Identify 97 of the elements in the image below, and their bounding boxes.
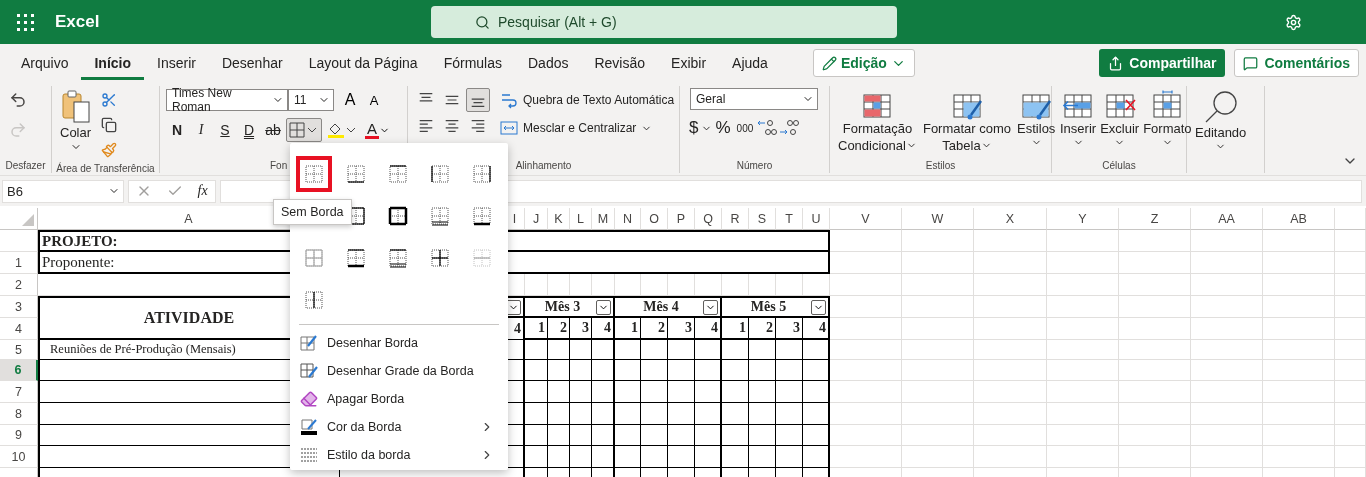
- table-cell: 3: [570, 318, 592, 340]
- font-name-field[interactable]: Times New Roman: [166, 89, 288, 111]
- column-header[interactable]: P: [668, 208, 695, 230]
- month-header-cell: Mês 5: [722, 296, 830, 318]
- table-cell: 2: [548, 318, 570, 340]
- table-cell: 1: [615, 318, 641, 340]
- table-cell: 1: [722, 318, 749, 340]
- styles-gallery-button[interactable]: Estilos: [1015, 88, 1058, 150]
- column-header[interactable]: S: [749, 208, 776, 230]
- group-label: Desfazer: [4, 159, 47, 173]
- column-header[interactable]: N: [615, 208, 641, 230]
- underline-button[interactable]: S: [214, 119, 236, 141]
- row-header[interactable]: 6: [0, 360, 38, 381]
- column-header[interactable]: Q: [695, 208, 722, 230]
- tooltip: Sem Borda: [273, 199, 352, 225]
- ribbon-tab[interactable]: Layout da Página: [295, 46, 431, 80]
- row-header[interactable]: 4: [0, 318, 38, 340]
- column-header[interactable]: Z: [1119, 208, 1191, 230]
- cells-button[interactable]: Excluir: [1098, 88, 1142, 150]
- app-name: Excel: [55, 12, 101, 32]
- group-label: Alinhamento: [514, 159, 573, 173]
- column-header[interactable]: M: [592, 208, 615, 230]
- row-header[interactable]: 9: [0, 425, 38, 446]
- column-header[interactable]: AB: [1263, 208, 1335, 230]
- strike-button[interactable]: ab: [262, 119, 284, 141]
- column-header[interactable]: X: [974, 208, 1047, 230]
- column-header[interactable]: L: [570, 208, 592, 230]
- row-header[interactable]: 10: [0, 446, 38, 468]
- column-header[interactable]: AA: [1191, 208, 1263, 230]
- ribbon-tab[interactable]: Revisão: [581, 46, 659, 80]
- column-header[interactable]: K: [548, 208, 570, 230]
- column-header[interactable]: T: [776, 208, 803, 230]
- row-header[interactable]: 5: [0, 340, 38, 360]
- name-box[interactable]: B6: [2, 179, 124, 203]
- column-header[interactable]: Y: [1047, 208, 1119, 230]
- table-cell: 4: [695, 318, 722, 340]
- group-label: Área de Transferência: [55, 162, 156, 176]
- ribbon-tab[interactable]: Arquivo: [8, 46, 82, 80]
- group-label: Células: [1101, 159, 1137, 173]
- menu-item[interactable]: Cor da Borda: [290, 413, 508, 441]
- share-button[interactable]: Compartilhar: [1099, 49, 1226, 77]
- insert-function-button[interactable]: fx: [197, 183, 208, 199]
- table-cell: 1: [525, 318, 548, 340]
- row-header[interactable]: 2: [0, 274, 38, 296]
- menu-item[interactable]: Desenhar Grade da Borda: [290, 357, 508, 385]
- ribbon-tab[interactable]: Fórmulas: [430, 46, 515, 80]
- ribbon-tab[interactable]: Desenhar: [208, 46, 296, 80]
- grow-font-button[interactable]: A: [338, 88, 362, 112]
- ribbon-tab[interactable]: Início: [81, 46, 145, 80]
- bold-button[interactable]: N: [166, 119, 188, 141]
- table-cell: 3: [776, 318, 803, 340]
- row-header[interactable]: 7: [0, 381, 38, 403]
- ribbon-tab[interactable]: Exibir: [658, 46, 720, 80]
- styles-gallery-button[interactable]: Formatação Condicional: [836, 88, 919, 156]
- paste-button[interactable]: Colar: [58, 88, 94, 155]
- percent-button[interactable]: %: [712, 116, 734, 140]
- column-header[interactable]: U: [803, 208, 830, 230]
- table-cell: 2: [749, 318, 776, 340]
- table-cell: 4: [592, 318, 615, 340]
- column-header[interactable]: R: [722, 208, 749, 230]
- menu-item[interactable]: Apagar Borda: [290, 385, 508, 413]
- font-size-field[interactable]: 11: [288, 89, 334, 111]
- cells-button[interactable]: Formato: [1141, 88, 1194, 150]
- ribbon-tab[interactable]: Inserir: [144, 46, 209, 80]
- month-header-cell: Mês 3: [525, 296, 615, 318]
- styles-gallery-button[interactable]: Formatar como Tabela: [920, 88, 1014, 156]
- row-header[interactable]: 3: [0, 296, 38, 318]
- editing-button[interactable]: Editando: [1193, 88, 1249, 154]
- menu-item[interactable]: Estilo da borda: [290, 441, 508, 469]
- group-label: Fon: [269, 159, 289, 173]
- cells-button[interactable]: Inserir: [1058, 88, 1099, 150]
- column-header[interactable]: V: [830, 208, 902, 230]
- ribbon-tab[interactable]: Dados: [515, 46, 582, 80]
- font-color-button[interactable]: A: [362, 118, 393, 142]
- comments-button[interactable]: Comentários: [1234, 49, 1359, 77]
- column-header[interactable]: J: [525, 208, 548, 230]
- shrink-font-button[interactable]: A: [362, 88, 386, 112]
- editing-mode-button[interactable]: Edição: [812, 49, 915, 77]
- search-field[interactable]: Pesquisar (Alt + G): [431, 6, 897, 38]
- merge-center-button[interactable]: Mesclar e Centralizar: [498, 116, 655, 140]
- table-cell: 4: [803, 318, 830, 340]
- group-label: Estilos: [924, 159, 957, 173]
- double-underline-button[interactable]: D: [238, 119, 260, 141]
- table-cell: 3: [668, 318, 695, 340]
- thousands-separator-button[interactable]: 000: [733, 116, 757, 140]
- column-header[interactable]: O: [641, 208, 668, 230]
- number-format-field[interactable]: Geral: [690, 88, 818, 110]
- ribbon-tab[interactable]: Ajuda: [719, 46, 781, 80]
- group-label: Número: [735, 159, 774, 173]
- italic-button[interactable]: I: [190, 119, 212, 141]
- column-header[interactable]: W: [902, 208, 974, 230]
- month-header-cell: Mês 4: [615, 296, 722, 318]
- wrap-text-button[interactable]: Quebra de Texto Automática: [498, 88, 677, 112]
- table-cell: 2: [641, 318, 668, 340]
- row-header[interactable]: 8: [0, 403, 38, 425]
- currency-button[interactable]: $: [686, 116, 702, 140]
- row-header[interactable]: 1: [0, 252, 38, 274]
